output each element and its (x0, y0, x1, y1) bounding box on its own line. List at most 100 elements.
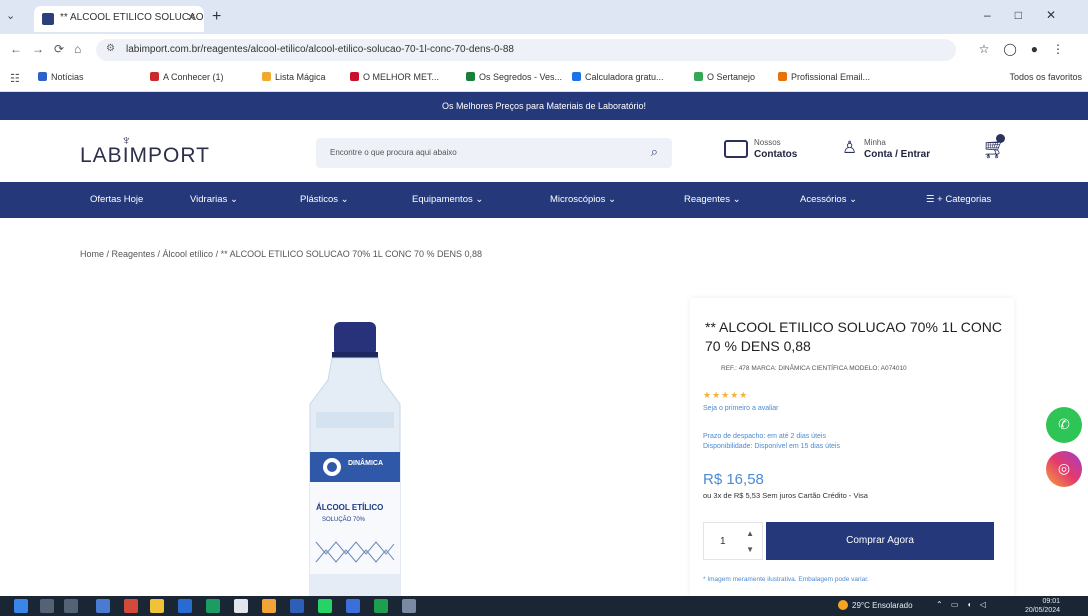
window-controls[interactable]: –□✕ (984, 8, 1080, 22)
bottle-label-line2: SOLUÇÃO 70% (322, 516, 366, 523)
bookmark-item[interactable]: O Sertanejo (694, 72, 755, 82)
nav-item-reagentes[interactable]: Reagentes ⌄ (684, 182, 741, 218)
close-tab-icon[interactable]: ✕ (187, 11, 196, 24)
taskbar-app-icon[interactable] (206, 599, 220, 613)
nav-item-vidrarias[interactable]: Vidrarias ⌄ (190, 182, 238, 218)
taskbar-app-icon[interactable] (374, 599, 388, 613)
taskbar-app-icon[interactable] (346, 599, 360, 613)
account-line1: Minha (864, 138, 886, 147)
taskbar-app-icon[interactable] (178, 599, 192, 613)
instagram-icon: ◎ (1057, 460, 1071, 476)
bookmark-favicon-icon (778, 72, 787, 81)
nav-item-acessorios[interactable]: Acessórios ⌄ (800, 182, 857, 218)
tab-title: ** ALCOOL ETILICO SOLUCAO (60, 12, 204, 23)
bookmark-item[interactable]: Calculadora gratu... (572, 72, 664, 82)
os-taskbar: 29°C Ensolarado ⌃ ▭ ◖ ◁ 09:01 20/05/2024 (0, 596, 1088, 616)
delivery-info: Prazo de despacho: em até 2 dias úteis (703, 433, 826, 440)
image-disclaimer: * Imagem meramente ilustrativa. Embalage… (703, 576, 869, 583)
increment-icon[interactable]: ▲ (746, 529, 754, 538)
address-url: labimport.com.br/reagentes/alcool-etilic… (126, 44, 514, 55)
bookmark-item[interactable]: O MELHOR MET... (350, 72, 439, 82)
site-header: ♆ LABIMPORT Encontre o que procura aqui … (0, 120, 1088, 182)
whatsapp-button[interactable]: ✆ (1046, 407, 1082, 443)
product-title: ** ALCOOL ETILICO SOLUCAO 70% 1L CONC 70… (705, 319, 1002, 354)
search-input[interactable]: Encontre o que procura aqui abaixo ⌕ (316, 138, 672, 168)
bookmark-favicon-icon (694, 72, 703, 81)
all-bookmarks-link[interactable]: Todos os favoritos (1009, 72, 1082, 82)
bookmark-favicon-icon (150, 72, 159, 81)
search-icon[interactable] (40, 599, 54, 613)
bookmark-item[interactable]: Os Segredos - Ves... (466, 72, 562, 82)
address-bar[interactable]: ⚙ labimport.com.br/reagentes/alcool-etil… (96, 39, 956, 61)
bottle-brand: DINÂMICA (348, 458, 383, 467)
contacts-line2: Contatos (754, 149, 798, 160)
quantity-value[interactable]: 1 (720, 536, 726, 547)
bookmark-favicon-icon (262, 72, 271, 81)
nav-item-equipamentos[interactable]: Equipamentos ⌄ (412, 182, 483, 218)
account-line2: Conta / Entrar (864, 149, 931, 160)
apps-grid-icon[interactable]: ☷ (10, 72, 20, 85)
clock[interactable]: 09:01 20/05/2024 (1016, 597, 1060, 615)
bookmarks-bar: ☷ Notícias A Conhecer (1) Lista Mágica O… (0, 66, 1088, 92)
site-favicon-icon (42, 13, 54, 25)
browser-tab-bar: ⌄ ** ALCOOL ETILICO SOLUCAO ✕ + –□✕ (0, 0, 1088, 34)
contacts-link[interactable]: Nossos Contatos (724, 138, 824, 166)
buy-now-button[interactable]: Comprar Agora (766, 522, 994, 560)
product-price: R$ 16,58 (703, 471, 764, 488)
nav-item-categorias[interactable]: ☰ + Categorias (926, 182, 991, 218)
search-icon[interactable]: ⌕ (651, 144, 658, 160)
taskbar-app-icon[interactable] (290, 599, 304, 613)
availability-info: Disponibilidade: Disponível em 15 dias ú… (703, 443, 840, 450)
new-tab-icon[interactable]: + (212, 8, 221, 26)
bookmark-item[interactable]: Lista Mágica (262, 72, 326, 82)
taskbar-app-icon[interactable] (262, 599, 276, 613)
bookmark-item[interactable]: A Conhecer (1) (150, 72, 224, 82)
rating-stars[interactable]: ★★★★★ (703, 390, 748, 401)
whatsapp-icon: ✆ (1058, 416, 1070, 432)
decrement-icon[interactable]: ▼ (746, 545, 754, 554)
extensions-icon[interactable]: ☆◯●⋮ (979, 42, 1078, 56)
clock-time: 09:01 (1042, 598, 1060, 605)
tab-search-icon[interactable]: ⌄ (6, 9, 15, 22)
contacts-line1: Nossos (754, 138, 781, 147)
browser-tab-active[interactable]: ** ALCOOL ETILICO SOLUCAO ✕ (34, 6, 204, 32)
task-view-icon[interactable] (64, 599, 78, 613)
system-tray-icons[interactable]: ⌃ ▭ ◖ ◁ (936, 600, 989, 609)
bookmark-item[interactable]: Profissional Email... (778, 72, 870, 82)
cart-badge (996, 134, 1005, 143)
bottle-label-line1: ÁLCOOL ETÍLICO (316, 503, 383, 512)
sun-icon (838, 600, 848, 610)
category-nav: Ofertas Hoje Vidrarias ⌄ Plásticos ⌄ Equ… (0, 182, 1088, 218)
search-placeholder: Encontre o que procura aqui abaixo (330, 148, 457, 157)
start-icon[interactable] (14, 599, 28, 613)
quantity-stepper[interactable]: 1 ▲ ▼ (703, 522, 763, 560)
taskbar-app-icon[interactable] (318, 599, 332, 613)
chat-icon (724, 140, 748, 158)
promo-banner: Os Melhores Preços para Materiais de Lab… (0, 92, 1088, 120)
taskbar-app-icon[interactable] (96, 599, 110, 613)
bookmark-item[interactable]: Notícias (38, 72, 84, 82)
nav-item-plasticos[interactable]: Plásticos ⌄ (300, 182, 349, 218)
user-icon: ♙ (842, 138, 858, 157)
site-logo[interactable]: LABIMPORT (80, 144, 210, 168)
bookmark-favicon-icon (350, 72, 359, 81)
account-link[interactable]: ♙ Minha Conta / Entrar (842, 138, 952, 166)
weather-widget[interactable]: 29°C Ensolarado (838, 600, 913, 610)
navigation-buttons-icon[interactable]: ←→⟳⌂ (10, 42, 91, 56)
taskbar-app-icon[interactable] (150, 599, 164, 613)
installments-text: ou 3x de R$ 5,53 Sem juros Cartão Crédit… (703, 491, 868, 500)
nav-item-ofertas[interactable]: Ofertas Hoje (90, 182, 143, 218)
breadcrumb[interactable]: Home / Reagentes / Álcool etílico / ** A… (80, 249, 482, 259)
bookmark-favicon-icon (572, 72, 581, 81)
bookmark-favicon-icon (38, 72, 47, 81)
review-link[interactable]: Seja o primeiro a avaliar (703, 405, 778, 412)
taskbar-app-icon[interactable] (234, 599, 248, 613)
product-image[interactable]: DINÂMICA ÁLCOOL ETÍLICO SOLUÇÃO 70% (296, 322, 414, 596)
browser-toolbar: ←→⟳⌂ ⚙ labimport.com.br/reagentes/alcool… (0, 34, 1088, 66)
clock-date: 20/05/2024 (1024, 607, 1060, 614)
taskbar-app-icon[interactable] (402, 599, 416, 613)
site-info-icon[interactable]: ⚙ (106, 43, 115, 54)
instagram-button[interactable]: ◎ (1046, 451, 1082, 487)
nav-item-microscopios[interactable]: Microscópios ⌄ (550, 182, 616, 218)
taskbar-app-icon[interactable] (124, 599, 138, 613)
